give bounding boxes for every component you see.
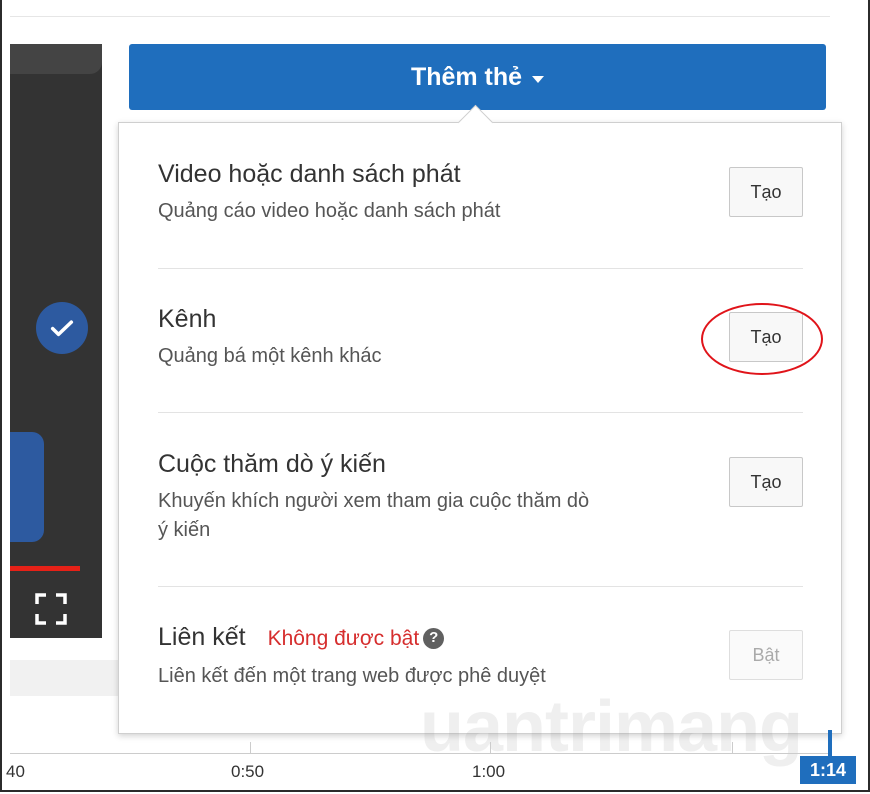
option-title: Liên kết [158,623,246,651]
card-option-video: Video hoặc danh sách phát Quảng cáo vide… [158,159,803,226]
option-divider [158,412,803,413]
option-title-row: Liên kết Không được bật? [158,622,803,654]
thumbs-up-icon [10,432,44,542]
caret-down-icon [532,75,545,83]
link-status-label: Không được bật [267,627,420,650]
card-option-link: Liên kết Không được bật? Liên kết đến một… [158,622,803,691]
create-poll-card-button[interactable]: Tạo [729,457,803,507]
option-divider [158,268,803,269]
timeline-tick [490,742,491,753]
option-title: Kênh [158,305,217,333]
video-overlay [10,44,102,74]
current-time-badge[interactable]: 1:14 [800,756,856,784]
create-video-card-button[interactable]: Tạo [729,167,803,217]
option-description: Khuyến khích người xem tham gia cuộc thă… [158,490,590,541]
option-divider [158,586,803,587]
fullscreen-icon[interactable] [34,592,68,626]
top-divider [10,16,830,17]
timeline-label: 0:50 [231,762,265,781]
add-card-dropdown: Video hoặc danh sách phát Quảng cáo vide… [118,104,842,734]
checkmark-badge-icon [36,302,88,354]
video-info-strip [10,660,132,696]
timeline-tick [732,742,733,753]
create-channel-card-button[interactable]: Tạo [729,312,803,362]
video-progress-bar[interactable] [10,566,80,571]
timeline-label: 1:00 [472,762,506,781]
timeline-track[interactable] [10,753,830,754]
option-title: Cuộc thăm dò ý kiến [158,450,386,478]
watermark-text: uantrimang [420,687,803,767]
timeline-tick [250,742,251,753]
video-preview[interactable] [10,44,102,638]
option-description: Quảng bá một kênh khác [158,345,382,367]
playhead-marker[interactable] [828,730,832,758]
add-card-button[interactable]: Thêm thẻ [129,44,826,110]
option-description: Quảng cáo video hoặc danh sách phát [158,200,501,222]
card-option-poll: Cuộc thăm dò ý kiến Khuyến khích người x… [158,449,803,545]
help-circle-icon[interactable]: ? [423,627,445,649]
card-option-channel: Kênh Quảng bá một kênh khác Tạo [158,304,803,371]
timeline-label: 40 [6,762,25,781]
enable-link-button[interactable]: Bật [729,630,803,680]
option-title: Video hoặc danh sách phát [158,160,461,188]
add-card-label: Thêm thẻ [410,62,523,91]
